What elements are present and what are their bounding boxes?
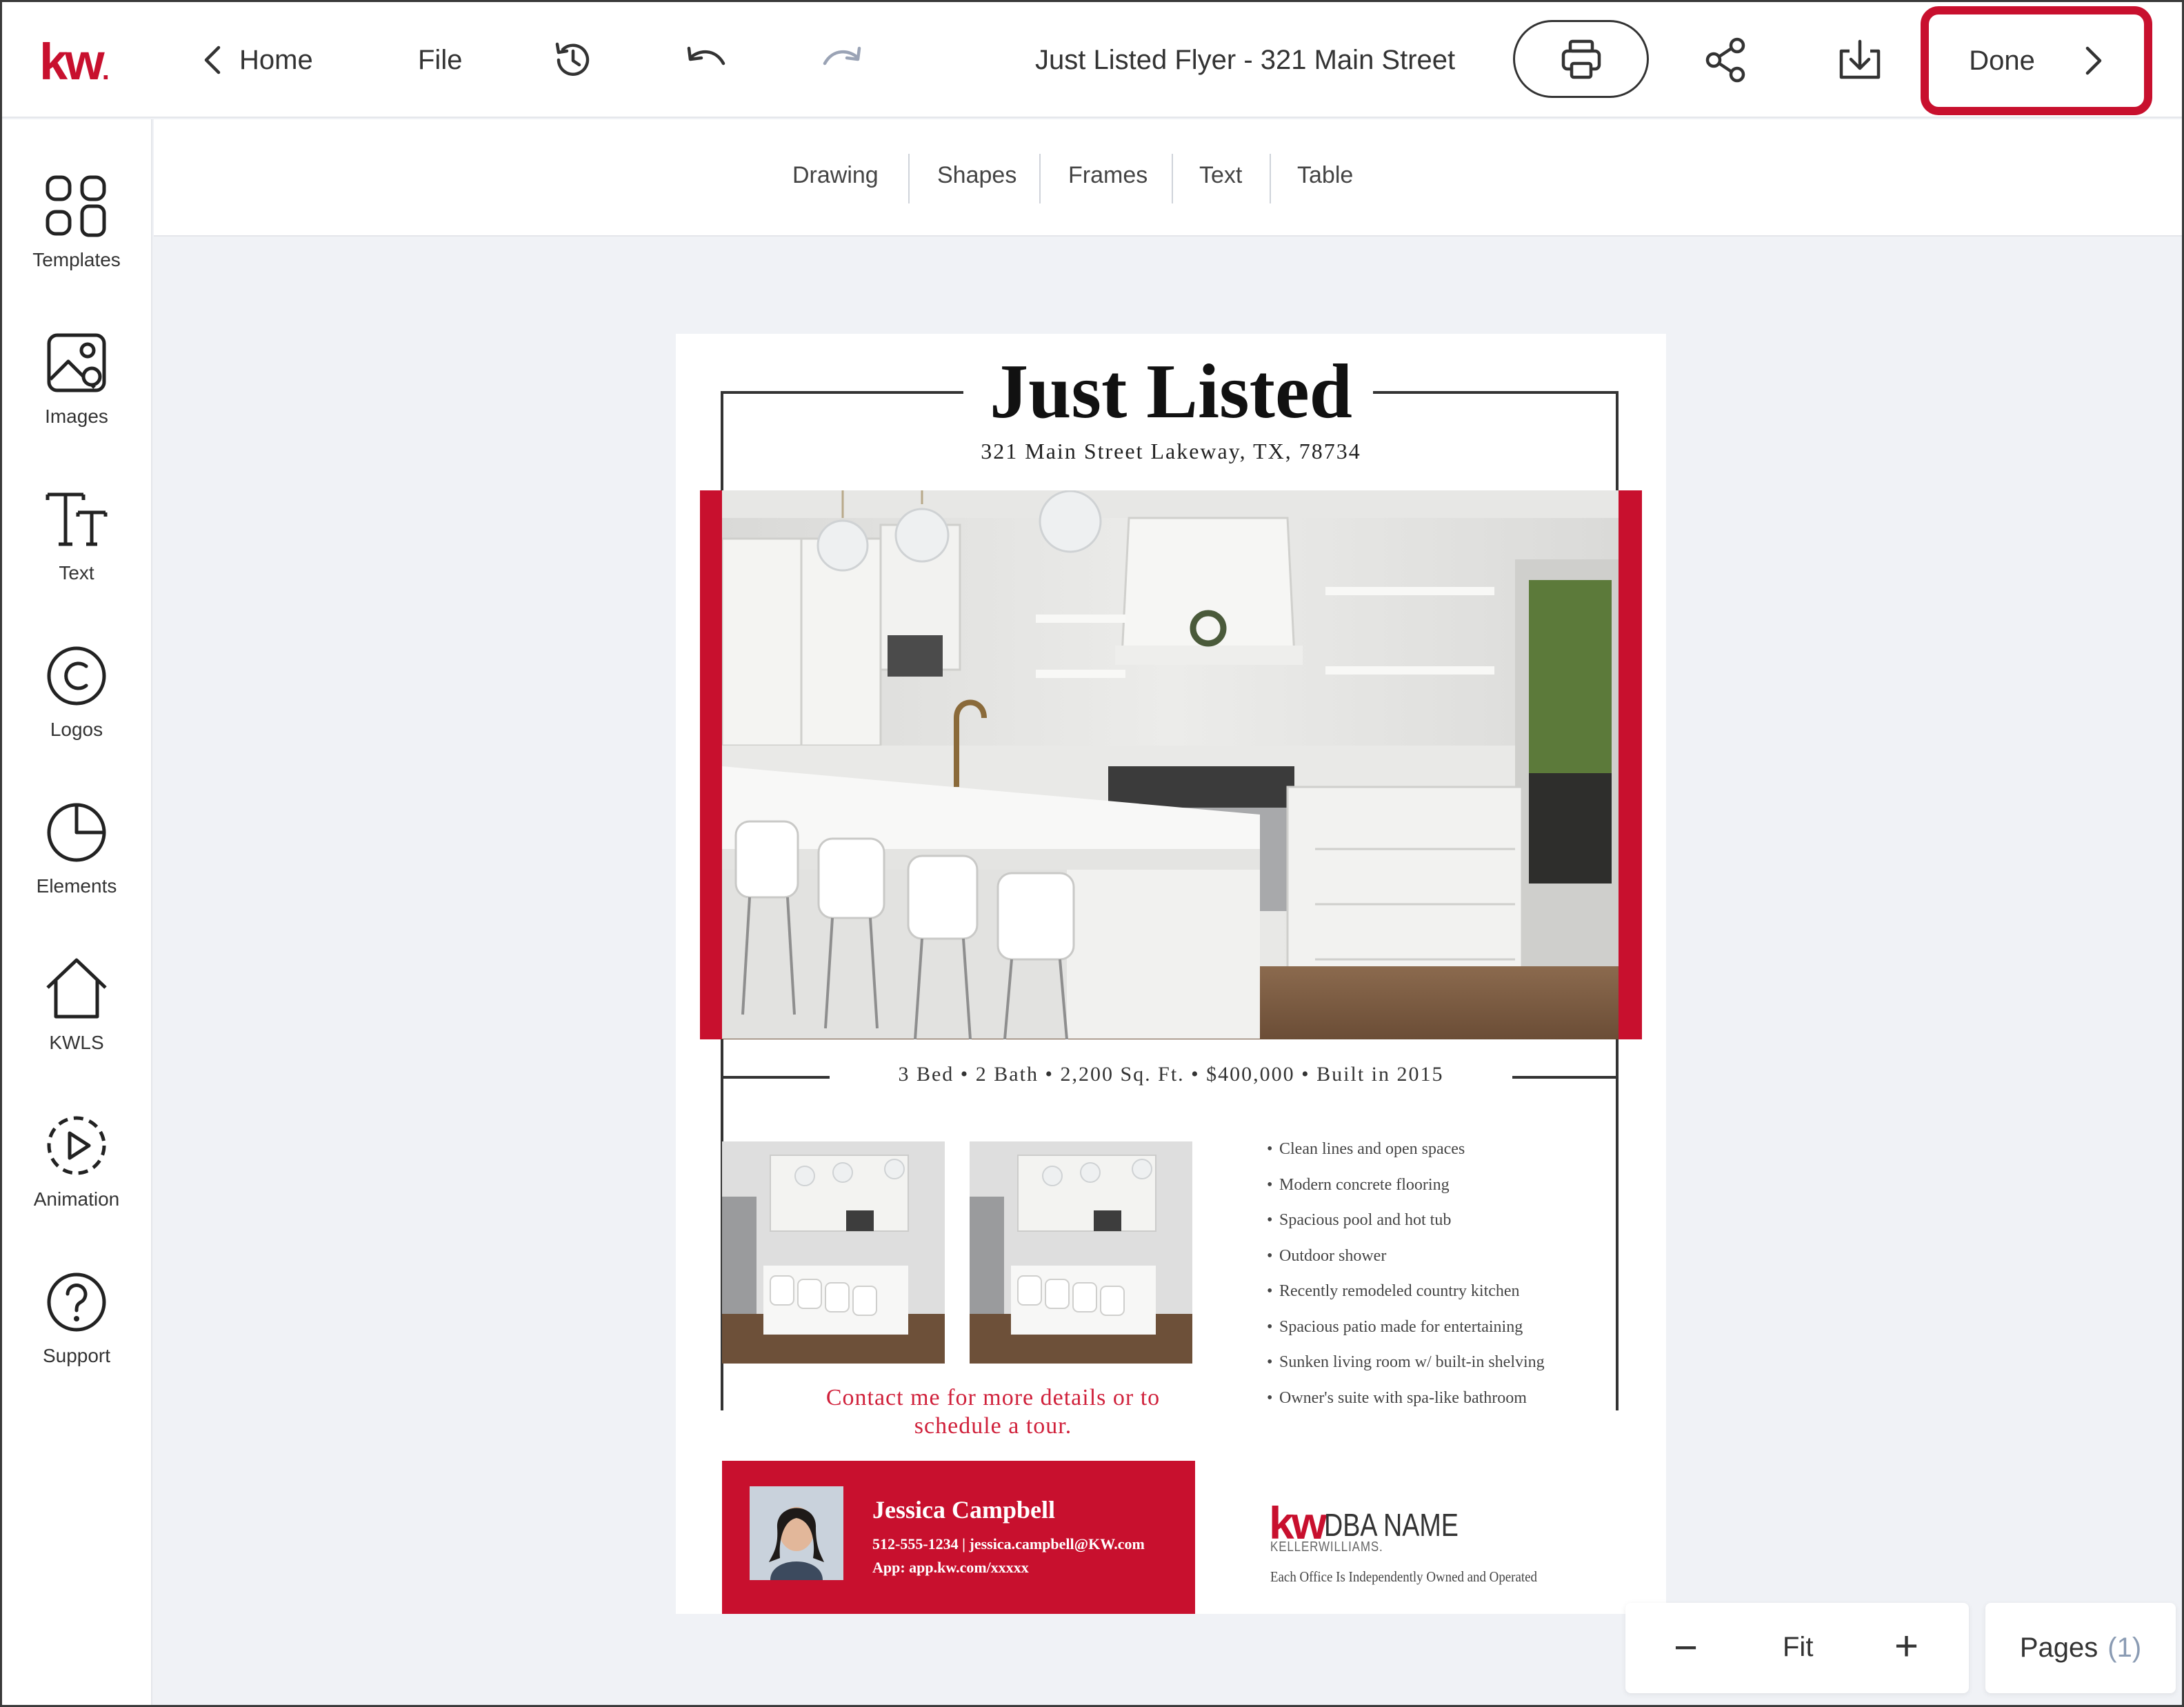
done-label: Done bbox=[1969, 45, 2035, 76]
print-icon bbox=[1559, 37, 1603, 81]
flyer-address[interactable]: 321 Main Street Lakeway, TX, 78734 bbox=[676, 439, 1666, 464]
sidebar-item-templates[interactable]: Templates bbox=[2, 172, 151, 271]
tab-shapes[interactable]: Shapes bbox=[937, 162, 1016, 189]
list-item: • Modern concrete flooring bbox=[1267, 1175, 1450, 1194]
file-menu[interactable]: File bbox=[418, 2, 462, 118]
agent-app-link: App: app.kw.com/xxxxx bbox=[872, 1559, 1029, 1576]
print-button[interactable] bbox=[1513, 20, 1649, 98]
agent-contact: 512-555-1234 | jessica.campbell@KW.com bbox=[872, 1535, 1145, 1553]
zoom-fit-button[interactable]: Fit bbox=[1783, 1632, 1813, 1663]
tab-text[interactable]: Text bbox=[1199, 162, 1242, 189]
sidebar-item-images[interactable]: Images bbox=[2, 328, 151, 428]
top-bar: kw. Home File Just Listed Flyer - 321 Ma… bbox=[2, 2, 2182, 118]
list-item: • Sunken living room w/ built-in shelving bbox=[1267, 1353, 1545, 1371]
tool-row: Drawing Shapes Frames Text Table bbox=[154, 119, 2182, 237]
sidebar-item-elements[interactable]: Elements bbox=[2, 798, 151, 897]
help-icon bbox=[42, 1268, 111, 1337]
contact-cta[interactable]: Contact me for more details or to schedu… bbox=[710, 1384, 1276, 1440]
chevron-left-icon bbox=[202, 45, 223, 75]
document-title[interactable]: Just Listed Flyer - 321 Main Street bbox=[1035, 2, 1455, 118]
agent-photo[interactable] bbox=[750, 1486, 843, 1580]
tab-drawing[interactable]: Drawing bbox=[792, 162, 879, 189]
share-icon[interactable] bbox=[1703, 2, 1748, 118]
kitchen-thumbnail[interactable] bbox=[970, 1141, 1192, 1364]
zoom-out-button[interactable]: − bbox=[1674, 1624, 1698, 1672]
redo-icon[interactable] bbox=[819, 2, 863, 118]
play-circle-icon bbox=[42, 1111, 111, 1180]
app-window: kw. Home File Just Listed Flyer - 321 Ma… bbox=[0, 0, 2184, 1707]
kw-logo[interactable]: kw. bbox=[39, 32, 110, 91]
sidebar-item-animation[interactable]: Animation bbox=[2, 1111, 151, 1210]
pages-button[interactable]: Pages (1) bbox=[1985, 1603, 2176, 1693]
home-button[interactable]: Home bbox=[202, 2, 313, 118]
history-icon[interactable] bbox=[550, 2, 596, 118]
list-item: • Owner's suite with spa-like bathroom bbox=[1267, 1388, 1527, 1407]
list-item: • Spacious patio made for entertaining bbox=[1267, 1317, 1523, 1336]
list-item: • Clean lines and open spaces bbox=[1267, 1140, 1465, 1158]
home-label: Home bbox=[239, 44, 313, 75]
sidebar-item-kwls[interactable]: KWLS bbox=[2, 955, 151, 1054]
tab-divider bbox=[908, 154, 910, 203]
copyright-icon bbox=[42, 641, 111, 710]
undo-icon[interactable] bbox=[685, 2, 729, 118]
company-name: KELLERWILLIAMS. bbox=[1270, 1539, 1383, 1555]
kitchen-thumbnail[interactable] bbox=[722, 1141, 945, 1364]
house-icon bbox=[42, 955, 111, 1024]
list-item: • Spacious pool and hot tub bbox=[1267, 1211, 1452, 1229]
pages-count: (1) bbox=[2107, 1633, 2142, 1663]
text-icon bbox=[42, 485, 111, 554]
brand-disclaimer[interactable]: Each Office Is Independently Owned and O… bbox=[1270, 1568, 1537, 1586]
dba-name[interactable]: DBA NAME bbox=[1324, 1506, 1459, 1544]
tab-table[interactable]: Table bbox=[1297, 162, 1353, 189]
list-item: • Outdoor shower bbox=[1267, 1246, 1387, 1265]
tab-divider bbox=[1270, 154, 1271, 203]
zoom-controls: − Fit + bbox=[1625, 1603, 1969, 1693]
tab-divider bbox=[1039, 154, 1041, 203]
agent-card[interactable]: Jessica Campbell 512-555-1234 | jessica.… bbox=[722, 1461, 1195, 1614]
sidebar-item-support[interactable]: Support bbox=[2, 1268, 151, 1367]
zoom-in-button[interactable]: + bbox=[1894, 1622, 1918, 1670]
download-icon[interactable] bbox=[1836, 2, 1884, 118]
main-kitchen-photo[interactable] bbox=[722, 490, 1619, 1039]
agent-name: Jessica Campbell bbox=[872, 1496, 1055, 1524]
feature-list[interactable]: • Clean lines and open spaces • Modern con… bbox=[1267, 1139, 1653, 1423]
image-icon bbox=[42, 328, 111, 397]
property-stats[interactable]: 3 Bed • 2 Bath • 2,200 Sq. Ft. • $400,00… bbox=[676, 1063, 1666, 1086]
pages-label: Pages bbox=[2019, 1633, 2098, 1663]
pie-icon bbox=[42, 798, 111, 867]
chevron-right-icon bbox=[2083, 46, 2104, 76]
tab-divider bbox=[1172, 154, 1173, 203]
grid-icon bbox=[42, 172, 111, 241]
list-item: • Recently remodeled country kitchen bbox=[1267, 1282, 1520, 1300]
done-button[interactable]: Done bbox=[1921, 6, 2152, 115]
flyer-title[interactable]: Just Listed bbox=[676, 348, 1666, 437]
sidebar-item-logos[interactable]: Logos bbox=[2, 641, 151, 741]
left-sidebar: Templates Images Text Logos Elements KWL… bbox=[2, 119, 152, 1705]
flyer-page[interactable]: Just Listed 321 Main Street Lakeway, TX,… bbox=[676, 334, 1666, 1614]
tab-frames[interactable]: Frames bbox=[1068, 162, 1148, 189]
sidebar-item-text[interactable]: Text bbox=[2, 485, 151, 584]
